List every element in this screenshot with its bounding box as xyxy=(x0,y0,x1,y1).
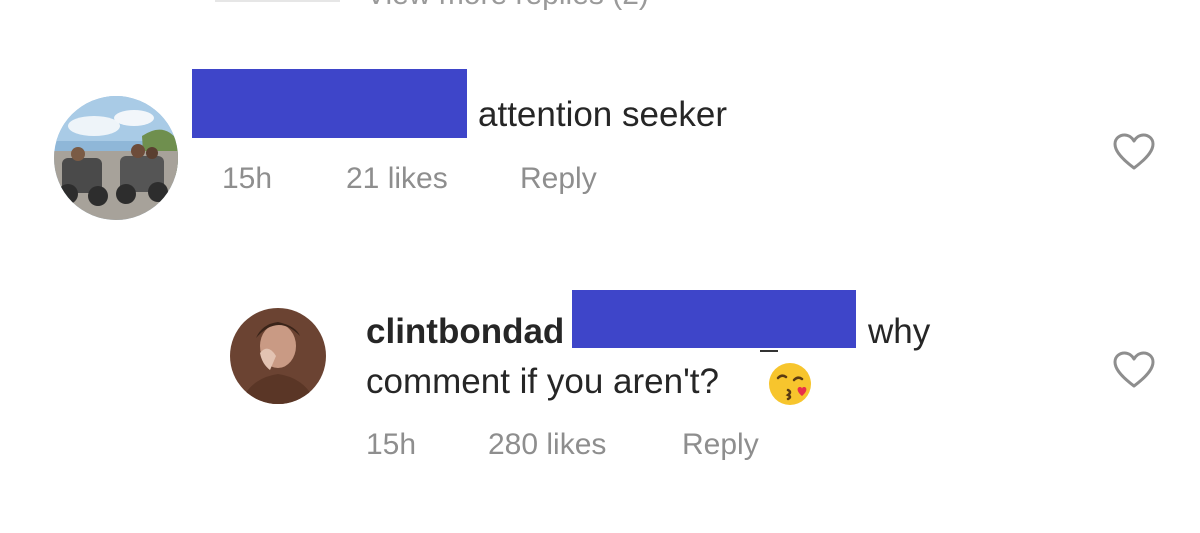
divider xyxy=(215,0,340,2)
commenter-avatar[interactable] xyxy=(54,96,178,220)
reply-likes[interactable]: 280 likes xyxy=(488,428,606,462)
reply-text-line1: why xyxy=(868,312,931,351)
heart-outline-icon xyxy=(1113,351,1155,388)
redacted-mention xyxy=(572,290,856,348)
like-button[interactable] xyxy=(1112,350,1156,390)
reply-button[interactable]: Reply xyxy=(682,428,759,462)
comment-text: attention seeker xyxy=(478,95,728,134)
kissing-face-emoji-icon xyxy=(766,360,814,408)
comment-likes[interactable]: 21 likes xyxy=(346,162,448,196)
profile-photo-person-icon xyxy=(230,308,326,404)
reply-username[interactable]: clintbondad xyxy=(366,312,564,352)
like-button[interactable] xyxy=(1112,132,1156,172)
underscore-fragment xyxy=(760,350,778,352)
comment-time: 15h xyxy=(222,162,273,195)
profile-photo-atv-riders-icon xyxy=(54,96,178,220)
heart-outline-icon xyxy=(1113,133,1155,170)
view-more-replies-link[interactable]: View more replies (2) xyxy=(366,0,649,12)
reply-text-line2: comment if you aren't? xyxy=(366,362,719,401)
redacted-username xyxy=(192,69,467,138)
reply-time: 15h xyxy=(366,428,417,461)
reply-button[interactable]: Reply xyxy=(520,162,597,196)
replier-avatar[interactable] xyxy=(230,308,326,404)
